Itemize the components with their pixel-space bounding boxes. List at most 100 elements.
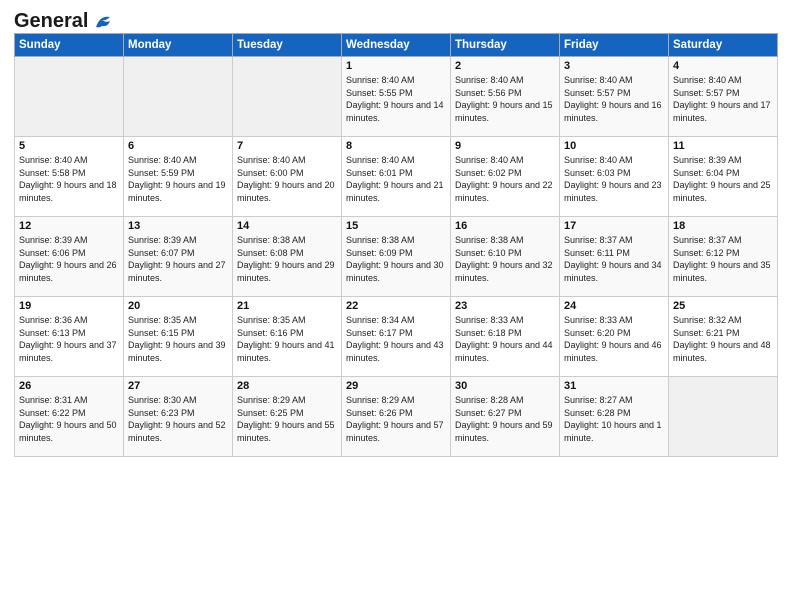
calendar-cell: 2Sunrise: 8:40 AM Sunset: 5:56 PM Daylig… <box>451 57 560 137</box>
calendar-cell: 20 Sunrise: 8:35 AM Sunset: 6:15 PM Dayli… <box>124 297 233 377</box>
day-number: 4 <box>673 60 773 72</box>
calendar-cell: 28Sunrise: 8:29 AM Sunset: 6:25 PM Dayli… <box>233 377 342 457</box>
day-info: Sunrise: 8:29 AM Sunset: 6:26 PM Dayligh… <box>346 394 446 444</box>
day-number: 23 <box>455 300 555 312</box>
day-info: Sunrise: 8:40 AM Sunset: 5:57 PM Dayligh… <box>673 74 773 124</box>
day-number: 12 <box>19 220 119 232</box>
day-number: 24 <box>564 300 664 312</box>
day-info: Sunrise: 8:28 AM Sunset: 6:27 PM Dayligh… <box>455 394 555 444</box>
day-info: Sunrise: 8:40 AM Sunset: 6:01 PM Dayligh… <box>346 154 446 204</box>
calendar-cell: 30 Sunrise: 8:28 AM Sunset: 6:27 PM Dayli… <box>451 377 560 457</box>
day-info: Sunrise: 8:39 AM Sunset: 6:07 PM Dayligh… <box>128 234 228 284</box>
calendar-cell: 11 Sunrise: 8:39 AM Sunset: 6:04 PM Dayli… <box>669 137 778 217</box>
calendar-cell: 13 Sunrise: 8:39 AM Sunset: 6:07 PM Dayli… <box>124 217 233 297</box>
day-info: Sunrise: 8:40 AM Sunset: 5:58 PM Dayligh… <box>19 154 119 204</box>
day-number: 18 <box>673 220 773 232</box>
day-info: Sunrise: 8:38 AM Sunset: 6:10 PM Dayligh… <box>455 234 555 284</box>
weekday-header-tuesday: Tuesday <box>233 34 342 57</box>
day-info: Sunrise: 8:30 AM Sunset: 6:23 PM Dayligh… <box>128 394 228 444</box>
day-number: 27 <box>128 380 228 392</box>
calendar-cell: 26Sunrise: 8:31 AM Sunset: 6:22 PM Dayli… <box>15 377 124 457</box>
logo-text: General <box>14 10 88 33</box>
calendar-cell: 24Sunrise: 8:33 AM Sunset: 6:20 PM Dayli… <box>560 297 669 377</box>
day-number: 16 <box>455 220 555 232</box>
week-row-4: 19Sunrise: 8:36 AM Sunset: 6:13 PM Dayli… <box>15 297 778 377</box>
calendar-cell: 31Sunrise: 8:27 AM Sunset: 6:28 PM Dayli… <box>560 377 669 457</box>
day-number: 31 <box>564 380 664 392</box>
day-info: Sunrise: 8:39 AM Sunset: 6:04 PM Dayligh… <box>673 154 773 204</box>
calendar-table: SundayMondayTuesdayWednesdayThursdayFrid… <box>14 33 778 457</box>
calendar-cell: 17Sunrise: 8:37 AM Sunset: 6:11 PM Dayli… <box>560 217 669 297</box>
day-number: 29 <box>346 380 446 392</box>
logo-bird-icon <box>92 13 114 31</box>
day-number: 30 <box>455 380 555 392</box>
day-info: Sunrise: 8:38 AM Sunset: 6:09 PM Dayligh… <box>346 234 446 284</box>
day-number: 25 <box>673 300 773 312</box>
calendar-cell: 9 Sunrise: 8:40 AM Sunset: 6:02 PM Daylig… <box>451 137 560 217</box>
day-info: Sunrise: 8:38 AM Sunset: 6:08 PM Dayligh… <box>237 234 337 284</box>
logo: General <box>14 10 114 27</box>
calendar-cell: 14 Sunrise: 8:38 AM Sunset: 6:08 PM Dayli… <box>233 217 342 297</box>
calendar-cell: 4 Sunrise: 8:40 AM Sunset: 5:57 PM Daylig… <box>669 57 778 137</box>
day-info: Sunrise: 8:40 AM Sunset: 5:59 PM Dayligh… <box>128 154 228 204</box>
day-number: 5 <box>19 140 119 152</box>
calendar-cell <box>233 57 342 137</box>
day-number: 22 <box>346 300 446 312</box>
day-number: 8 <box>346 140 446 152</box>
week-row-1: 1 Sunrise: 8:40 AM Sunset: 5:55 PM Daylig… <box>15 57 778 137</box>
day-info: Sunrise: 8:40 AM Sunset: 5:57 PM Dayligh… <box>564 74 664 124</box>
calendar-cell: 25 Sunrise: 8:32 AM Sunset: 6:21 PM Dayli… <box>669 297 778 377</box>
day-number: 11 <box>673 140 773 152</box>
weekday-header-thursday: Thursday <box>451 34 560 57</box>
day-info: Sunrise: 8:37 AM Sunset: 6:11 PM Dayligh… <box>564 234 664 284</box>
day-number: 15 <box>346 220 446 232</box>
day-number: 20 <box>128 300 228 312</box>
day-info: Sunrise: 8:35 AM Sunset: 6:16 PM Dayligh… <box>237 314 337 364</box>
calendar-cell: 22Sunrise: 8:34 AM Sunset: 6:17 PM Dayli… <box>342 297 451 377</box>
day-info: Sunrise: 8:33 AM Sunset: 6:18 PM Dayligh… <box>455 314 555 364</box>
header: General <box>14 10 778 27</box>
day-number: 19 <box>19 300 119 312</box>
day-number: 10 <box>564 140 664 152</box>
day-info: Sunrise: 8:37 AM Sunset: 6:12 PM Dayligh… <box>673 234 773 284</box>
day-number: 9 <box>455 140 555 152</box>
day-info: Sunrise: 8:40 AM Sunset: 6:00 PM Dayligh… <box>237 154 337 204</box>
page-container: General SundayMondayTuesdayWednesdayThur… <box>0 0 792 467</box>
calendar-cell: 19Sunrise: 8:36 AM Sunset: 6:13 PM Dayli… <box>15 297 124 377</box>
calendar-cell: 6 Sunrise: 8:40 AM Sunset: 5:59 PM Daylig… <box>124 137 233 217</box>
calendar-cell: 10 Sunrise: 8:40 AM Sunset: 6:03 PM Dayli… <box>560 137 669 217</box>
day-number: 13 <box>128 220 228 232</box>
weekday-header-friday: Friday <box>560 34 669 57</box>
day-number: 1 <box>346 60 446 72</box>
day-number: 2 <box>455 60 555 72</box>
day-info: Sunrise: 8:32 AM Sunset: 6:21 PM Dayligh… <box>673 314 773 364</box>
calendar-cell: 8 Sunrise: 8:40 AM Sunset: 6:01 PM Daylig… <box>342 137 451 217</box>
calendar-cell <box>124 57 233 137</box>
calendar-cell: 1 Sunrise: 8:40 AM Sunset: 5:55 PM Daylig… <box>342 57 451 137</box>
calendar-cell: 23 Sunrise: 8:33 AM Sunset: 6:18 PM Dayli… <box>451 297 560 377</box>
day-info: Sunrise: 8:40 AM Sunset: 6:03 PM Dayligh… <box>564 154 664 204</box>
day-info: Sunrise: 8:35 AM Sunset: 6:15 PM Dayligh… <box>128 314 228 364</box>
day-number: 3 <box>564 60 664 72</box>
weekday-header-monday: Monday <box>124 34 233 57</box>
calendar-cell <box>15 57 124 137</box>
day-number: 14 <box>237 220 337 232</box>
weekday-header-sunday: Sunday <box>15 34 124 57</box>
day-number: 26 <box>19 380 119 392</box>
calendar-cell: 7 Sunrise: 8:40 AM Sunset: 6:00 PM Daylig… <box>233 137 342 217</box>
calendar-cell: 3 Sunrise: 8:40 AM Sunset: 5:57 PM Daylig… <box>560 57 669 137</box>
calendar-cell: 18 Sunrise: 8:37 AM Sunset: 6:12 PM Dayli… <box>669 217 778 297</box>
week-row-2: 5 Sunrise: 8:40 AM Sunset: 5:58 PM Daylig… <box>15 137 778 217</box>
calendar-cell: 15 Sunrise: 8:38 AM Sunset: 6:09 PM Dayli… <box>342 217 451 297</box>
weekday-header-saturday: Saturday <box>669 34 778 57</box>
day-number: 7 <box>237 140 337 152</box>
day-info: Sunrise: 8:39 AM Sunset: 6:06 PM Dayligh… <box>19 234 119 284</box>
calendar-cell <box>669 377 778 457</box>
day-info: Sunrise: 8:40 AM Sunset: 5:55 PM Dayligh… <box>346 74 446 124</box>
day-info: Sunrise: 8:40 AM Sunset: 6:02 PM Dayligh… <box>455 154 555 204</box>
day-number: 21 <box>237 300 337 312</box>
calendar-cell: 12 Sunrise: 8:39 AM Sunset: 6:06 PM Dayli… <box>15 217 124 297</box>
day-number: 28 <box>237 380 337 392</box>
day-number: 6 <box>128 140 228 152</box>
calendar-cell: 5 Sunrise: 8:40 AM Sunset: 5:58 PM Daylig… <box>15 137 124 217</box>
